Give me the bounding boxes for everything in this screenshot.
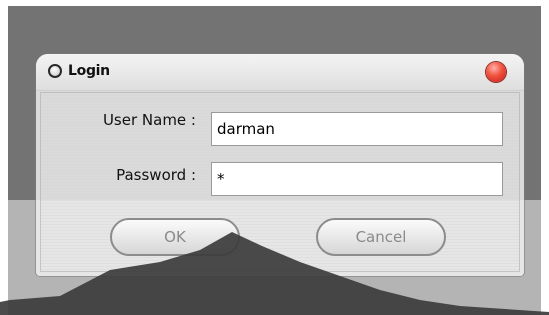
login-dialog: Login User Name : Password : OK Cancel	[36, 54, 524, 276]
close-icon[interactable]	[486, 62, 506, 82]
username-label: User Name :	[102, 111, 196, 129]
frame-left-edge	[0, 0, 8, 315]
username-input[interactable]	[211, 112, 503, 146]
password-label: Password :	[116, 166, 196, 184]
password-input[interactable]	[211, 162, 503, 196]
dialog-title: Login	[68, 63, 110, 79]
dialog-titlebar[interactable]: Login	[36, 54, 524, 91]
radio-circle-icon	[48, 64, 62, 78]
ok-button[interactable]: OK	[110, 218, 240, 256]
frame-right-edge	[541, 0, 549, 315]
cancel-button[interactable]: Cancel	[316, 218, 446, 256]
frame-top-edge	[0, 0, 549, 6]
